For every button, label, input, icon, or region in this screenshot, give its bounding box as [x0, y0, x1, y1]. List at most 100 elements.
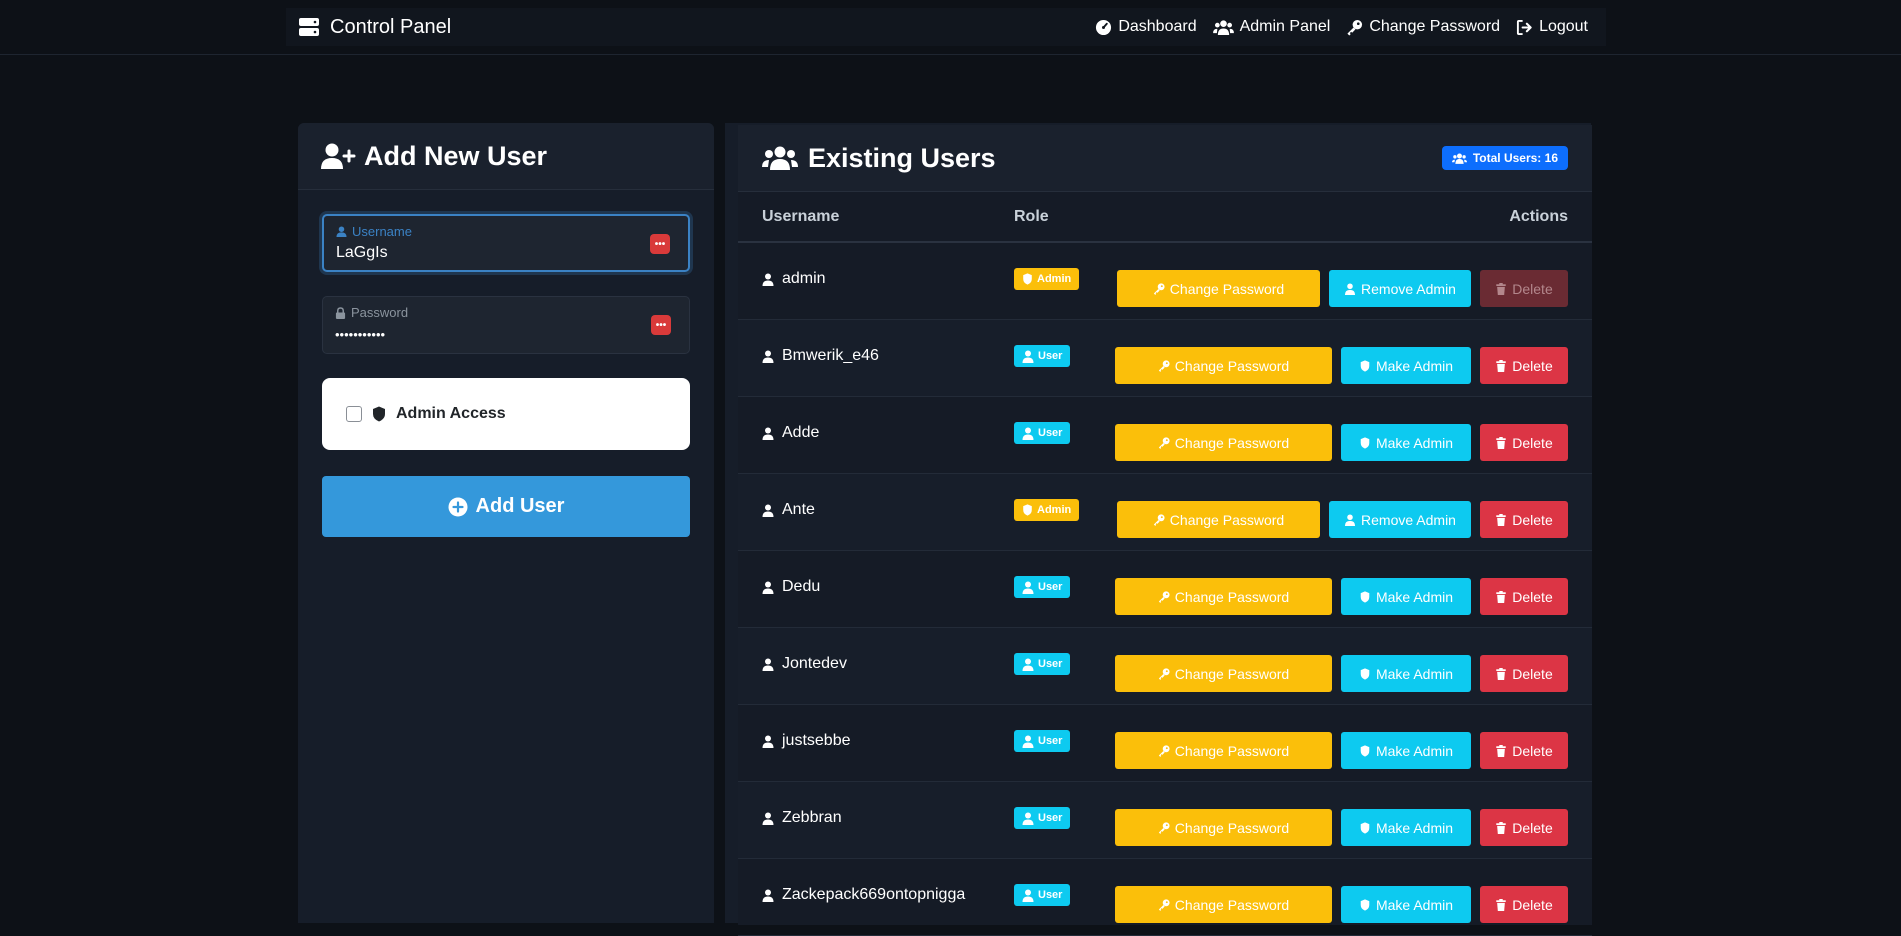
role-text: User	[1038, 427, 1063, 439]
row-actions: Change Password Make Admin Delete	[1115, 809, 1568, 846]
make-admin-button[interactable]: Make Admin	[1341, 732, 1471, 769]
trash-icon	[1496, 282, 1506, 295]
username-cell: Bmwerik_e46	[762, 347, 879, 365]
nav-dashboard[interactable]: Dashboard	[1095, 18, 1197, 36]
delete-label: Delete	[1512, 819, 1553, 836]
password-manager-icon[interactable]: •••	[650, 234, 670, 254]
make-admin-button[interactable]: Make Admin	[1341, 655, 1471, 692]
user-icon	[762, 273, 774, 286]
shield-icon	[1360, 898, 1370, 911]
key-icon	[1158, 436, 1170, 449]
admin-access-option[interactable]: Admin Access	[322, 378, 690, 450]
nav-dashboard-label: Dashboard	[1118, 18, 1197, 35]
row-actions: Change Password Make Admin Delete	[1115, 578, 1568, 615]
username-input[interactable]	[336, 244, 636, 262]
delete-button[interactable]: Delete	[1480, 424, 1568, 461]
delete-label: Delete	[1512, 511, 1553, 528]
trash-icon	[1496, 821, 1506, 834]
change-password-button[interactable]: Change Password	[1115, 347, 1332, 384]
password-input[interactable]	[335, 327, 635, 342]
password-field[interactable]: Password •••	[322, 296, 690, 354]
nav-admin-panel[interactable]: Admin Panel	[1212, 18, 1331, 36]
make-admin-button[interactable]: Make Admin	[1341, 347, 1471, 384]
delete-button[interactable]: Delete	[1480, 809, 1568, 846]
delete-button[interactable]: Delete	[1480, 886, 1568, 923]
trash-icon	[1496, 744, 1506, 757]
row-actions: Change Password Remove Admin Delete	[1117, 270, 1568, 307]
users-icon	[1451, 153, 1467, 164]
delete-label: Delete	[1512, 280, 1553, 297]
users-title-wrap: Existing Users	[762, 143, 996, 174]
add-user-header: Add New User	[298, 123, 714, 190]
add-user-title: Add New User	[364, 140, 548, 171]
role-badge: User	[1014, 422, 1071, 444]
column-role: Role	[1014, 207, 1049, 225]
username-text: justsebbe	[782, 732, 851, 749]
role-badge: User	[1014, 807, 1071, 829]
delete-label: Delete	[1512, 588, 1553, 605]
make-admin-button[interactable]: Make Admin	[1341, 809, 1471, 846]
role-text: User	[1038, 812, 1063, 824]
nav-logout-label: Logout	[1539, 18, 1588, 35]
add-user-panel: Add New User Username ••• Password •••	[298, 123, 714, 923]
role-text: User	[1038, 889, 1063, 901]
role-badge: User	[1014, 576, 1071, 598]
delete-button[interactable]: Delete	[1480, 578, 1568, 615]
shield-icon	[1023, 273, 1032, 285]
change-password-button[interactable]: Change Password	[1115, 732, 1332, 769]
delete-button[interactable]: Delete	[1480, 347, 1568, 384]
make-admin-label: Make Admin	[1375, 896, 1454, 913]
make-admin-label: Make Admin	[1375, 665, 1454, 682]
change-password-button[interactable]: Change Password	[1115, 809, 1332, 846]
nav-admin-panel-label: Admin Panel	[1239, 18, 1331, 35]
key-icon	[1158, 898, 1170, 911]
make-admin-label: Make Admin	[1375, 357, 1454, 374]
change-password-button[interactable]: Change Password	[1115, 424, 1332, 461]
trash-icon	[1496, 513, 1506, 526]
brand[interactable]: Control Panel	[298, 16, 451, 39]
change-password-label: Change Password	[1174, 665, 1290, 682]
make-admin-button[interactable]: Make Admin	[1341, 578, 1471, 615]
username-field[interactable]: Username •••	[322, 214, 690, 272]
username-text: Dedu	[782, 578, 821, 595]
make-admin-button[interactable]: Make Admin	[1341, 424, 1471, 461]
user-plus-icon	[321, 143, 356, 169]
password-manager-icon[interactable]: •••	[651, 315, 671, 335]
change-password-button[interactable]: Change Password	[1115, 886, 1332, 923]
username-text: Zackepack669ontopnigga	[782, 886, 966, 903]
change-password-label: Change Password	[1174, 742, 1290, 759]
remove-admin-button[interactable]: Remove Admin	[1329, 270, 1471, 307]
change-password-button[interactable]: Change Password	[1117, 270, 1320, 307]
nav-logout[interactable]: Logout	[1516, 18, 1588, 36]
column-username: Username	[762, 207, 840, 225]
delete-button[interactable]: Delete	[1480, 732, 1568, 769]
make-admin-button[interactable]: Make Admin	[1341, 886, 1471, 923]
key-icon	[1158, 744, 1170, 757]
role-badge: User	[1014, 884, 1071, 906]
top-navbar: Control Panel Dashboard Admin Panel Chan…	[0, 0, 1901, 55]
admin-access-checkbox[interactable]	[346, 406, 362, 422]
user-icon	[1022, 581, 1034, 594]
add-user-button[interactable]: Add User	[322, 476, 690, 537]
row-actions: Change Password Make Admin Delete	[1115, 732, 1568, 769]
delete-button[interactable]: Delete	[1480, 501, 1568, 538]
username-label-wrap: Username	[336, 224, 412, 239]
nav-change-password[interactable]: Change Password	[1346, 18, 1500, 36]
change-password-button[interactable]: Change Password	[1115, 655, 1332, 692]
password-label: Password	[351, 305, 409, 320]
change-password-button[interactable]: Change Password	[1115, 578, 1332, 615]
remove-admin-button[interactable]: Remove Admin	[1329, 501, 1471, 538]
delete-button[interactable]: Delete	[1480, 655, 1568, 692]
users-icon	[1212, 19, 1234, 35]
shield-icon	[1360, 359, 1370, 372]
change-password-label: Change Password	[1169, 280, 1285, 297]
role-badge: User	[1014, 345, 1071, 367]
table-row: Zackepack669ontopnigga User Change Passw…	[738, 859, 1592, 936]
user-icon	[1022, 812, 1034, 825]
table-row: Adde User Change Password Make Admin Del…	[738, 397, 1592, 474]
username-text: admin	[782, 270, 826, 287]
admin-access-label: Admin Access	[396, 405, 506, 422]
change-password-button[interactable]: Change Password	[1117, 501, 1320, 538]
shield-icon	[1360, 590, 1370, 603]
username-cell: Zackepack669ontopnigga	[762, 886, 965, 904]
